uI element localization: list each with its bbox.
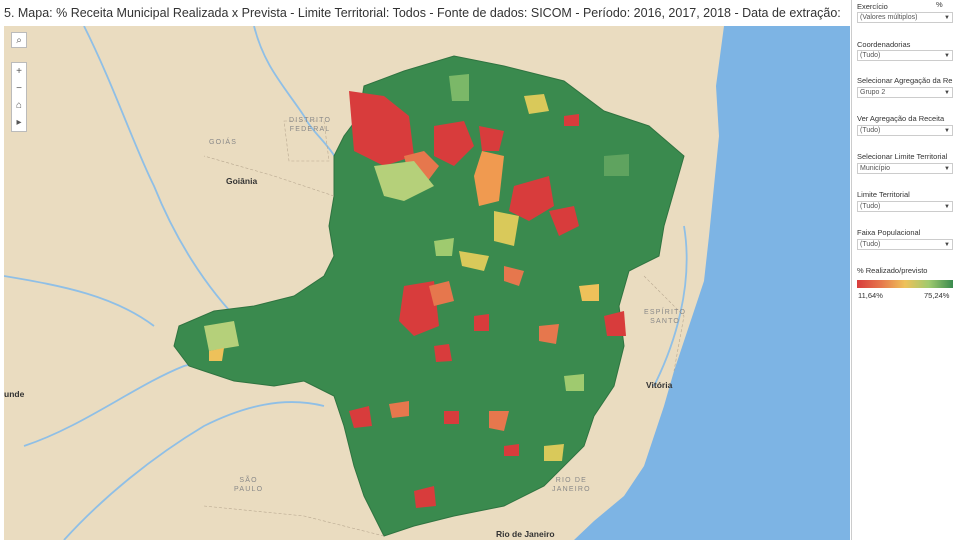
chevron-down-icon: ▼ [944,53,950,59]
filter-label-exercicio: Exercício [857,2,888,11]
chevron-down-icon: ▼ [944,15,950,21]
place-rio-city: Rio de Janeiro [496,529,555,539]
filter-label-faixa: Faixa Populacional [857,228,921,237]
map-zoom-controls: + − ⌂ ▸ [11,62,27,132]
filter-label-limite: Limite Territorial [857,190,910,199]
filter-sel-limite[interactable]: Município ▼ [857,163,953,174]
chevron-down-icon: ▼ [944,90,950,96]
map-canvas[interactable] [4,26,850,540]
page-title: 5. Mapa: % Receita Municipal Realizada x… [4,6,840,20]
filter-label-ver-agregacao: Ver Agregação da Receita [857,114,945,123]
exercicio-short: % [936,0,943,9]
filter-faixa[interactable]: (Tudo) ▼ [857,239,953,250]
zoom-in-button[interactable]: + [12,63,26,80]
place-rio-state: RIO DE JANEIRO [552,477,591,493]
filter-panel: Exercício (Valores múltiplos) ▼ Coordenad… [851,0,960,540]
legend-color-ramp [857,280,953,288]
place-sao-paulo: SÃO PAULO [234,477,264,493]
filter-label-agregacao: Selecionar Agregação da Re [857,76,953,85]
chevron-down-icon: ▼ [944,128,950,134]
legend-max: 75,24% [924,291,950,300]
filter-label-coordenadorias: Coordenadorias [857,40,911,49]
zoom-out-button[interactable]: − [12,80,26,97]
chevron-down-icon: ▼ [944,242,950,248]
place-goiania: Goiânia [226,176,258,186]
map-search-button[interactable]: ⌕ [11,32,27,48]
place-espirito-santo: ESPÍRITO SANTO [644,309,687,325]
filter-label-sel-limite: Selecionar Limite Territorial [857,152,948,161]
legend-min: 11,64% [858,291,883,300]
filter-limite[interactable]: (Tudo) ▼ [857,201,953,212]
legend-title: % Realizado/previsto [857,266,928,275]
place-df: DISTRITO FEDERAL [289,117,332,133]
place-goias: GOIÁS [209,139,238,146]
home-icon[interactable]: ⌂ [12,97,26,114]
chevron-down-icon: ▼ [944,166,950,172]
filter-agregacao[interactable]: Grupo 2 ▼ [857,87,953,98]
expand-icon[interactable]: ▸ [12,114,26,131]
map-view[interactable]: ⌕ + − ⌂ ▸ Goiânia GOIÁS DISTRITO FEDERAL … [4,26,850,540]
filter-coordenadorias[interactable]: (Tudo) ▼ [857,50,953,61]
filter-ver-agregacao[interactable]: (Tudo) ▼ [857,125,953,136]
place-left-edge: unde [4,389,25,399]
place-vitoria: Vitória [646,380,673,390]
filter-exercicio[interactable]: (Valores múltiplos) ▼ [857,12,953,23]
chevron-down-icon: ▼ [944,204,950,210]
